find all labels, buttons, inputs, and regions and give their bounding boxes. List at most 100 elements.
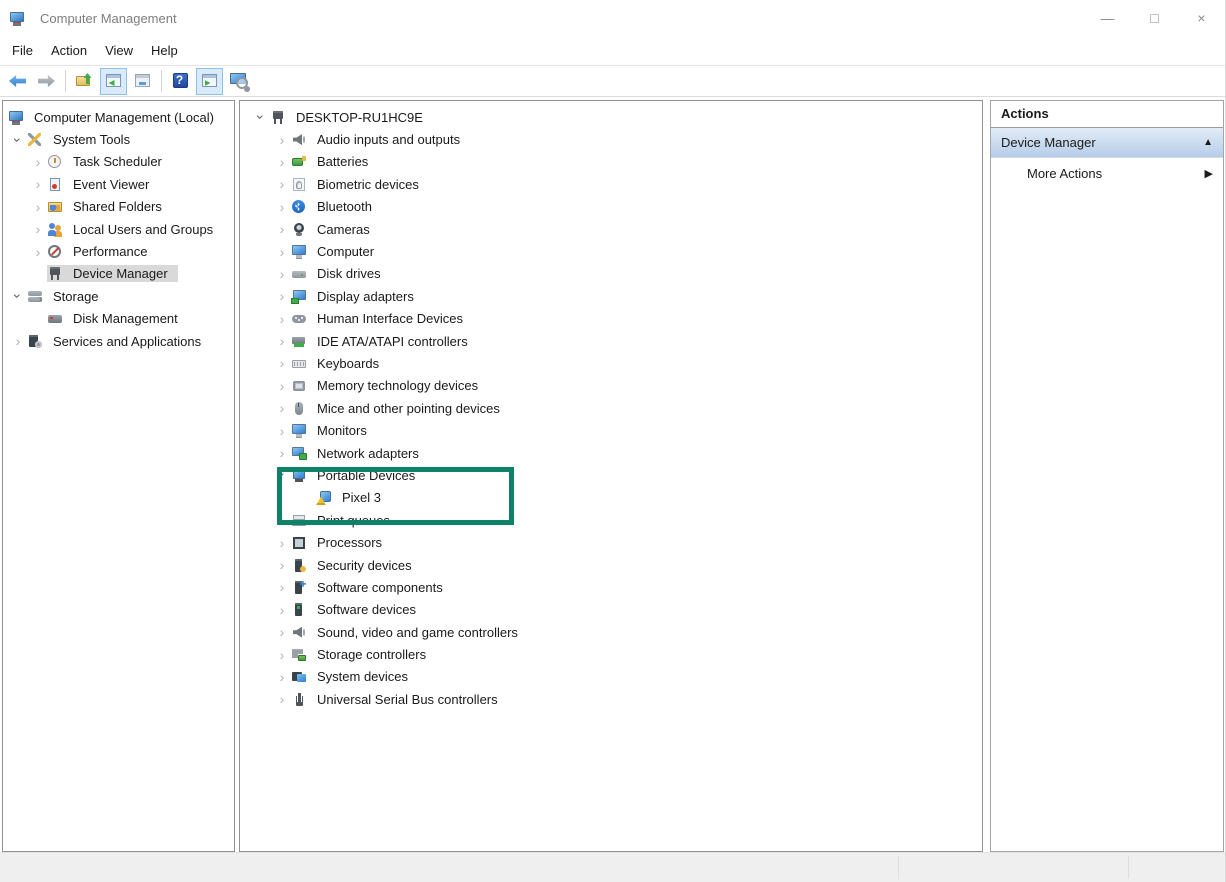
menu-file[interactable]: File <box>3 39 42 62</box>
chevron-right-icon[interactable] <box>273 311 291 327</box>
usb-icon <box>291 692 307 707</box>
tree-item-desktop-root[interactable]: DESKTOP-RU1HC9E <box>240 106 982 128</box>
tree-item-software-devices[interactable]: Software devices <box>240 599 982 621</box>
chevron-right-icon[interactable] <box>29 199 47 215</box>
chevron-right-icon[interactable] <box>273 400 291 416</box>
tree-item-local-users-and-groups[interactable]: Local Users and Groups <box>3 218 234 240</box>
tree-item-universal-serial-bus-controllers[interactable]: Universal Serial Bus controllers <box>240 688 982 710</box>
tree-item-disk-management[interactable]: Disk Management <box>3 308 234 330</box>
tree-item-performance[interactable]: Performance <box>3 240 234 262</box>
tree-item-memory-technology-devices[interactable]: Memory technology devices <box>240 375 982 397</box>
tree-item-network-adapters[interactable]: Network adapters <box>240 442 982 464</box>
tree-item-computer[interactable]: Computer <box>240 240 982 262</box>
tree-item-storage-controllers[interactable]: Storage controllers <box>240 643 982 665</box>
chevron-right-icon[interactable] <box>273 378 291 394</box>
forward-button[interactable] <box>33 68 60 95</box>
chevron-down-icon[interactable] <box>253 108 269 126</box>
chevron-right-icon[interactable] <box>273 535 291 551</box>
chevron-down-icon[interactable] <box>10 131 26 149</box>
tree-item-sound-video-and-game-controllers[interactable]: Sound, video and game controllers <box>240 621 982 643</box>
tree-item-portable-devices[interactable]: Portable Devices <box>240 464 982 486</box>
tree-item-print-queues[interactable]: Print queues <box>240 509 982 531</box>
tree-item-pixel-3[interactable]: Pixel 3 <box>240 487 982 509</box>
tree-item-security-devices[interactable]: Security devices <box>240 554 982 576</box>
chevron-right-icon[interactable] <box>273 355 291 371</box>
menu-view[interactable]: View <box>96 39 142 62</box>
device-manager-view-button[interactable] <box>225 68 252 95</box>
chevron-down-icon[interactable] <box>10 287 26 305</box>
more-actions-label: More Actions <box>1027 166 1102 181</box>
chevron-right-icon[interactable] <box>29 221 47 237</box>
tree-item-batteries[interactable]: Batteries <box>240 151 982 173</box>
tree-item-cameras[interactable]: Cameras <box>240 218 982 240</box>
show-console-tree-button[interactable] <box>100 68 127 95</box>
tree-item-computer-management[interactable]: Computer Management (Local) <box>3 106 234 128</box>
properties-button[interactable] <box>129 68 156 95</box>
back-button[interactable] <box>4 68 31 95</box>
storage-icon <box>27 289 43 304</box>
tree-item-biometric-devices[interactable]: Biometric devices <box>240 173 982 195</box>
tree-item-display-adapters[interactable]: Display adapters <box>240 285 982 307</box>
chevron-right-icon[interactable] <box>273 423 291 439</box>
tree-item-shared-folders[interactable]: Shared Folders <box>3 196 234 218</box>
tree-item-services-and-applications[interactable]: Services and Applications <box>3 330 234 352</box>
performance-icon <box>47 244 63 259</box>
console-tree-icon <box>105 73 123 89</box>
tree-item-bluetooth[interactable]: Bluetooth <box>240 196 982 218</box>
actions-group-device-manager[interactable]: Device Manager ▲ <box>991 128 1223 158</box>
chevron-right-icon[interactable] <box>273 154 291 170</box>
chevron-right-icon[interactable] <box>273 557 291 573</box>
chevron-right-icon[interactable] <box>273 176 291 192</box>
menu-help[interactable]: Help <box>142 39 187 62</box>
chevron-right-icon[interactable] <box>273 602 291 618</box>
maximize-button[interactable]: □ <box>1131 0 1178 36</box>
actions-header: Actions <box>991 101 1223 128</box>
tree-item-ide-ata-atapi-controllers[interactable]: IDE ATA/ATAPI controllers <box>240 330 982 352</box>
tree-item-audio-inputs-and-outputs[interactable]: Audio inputs and outputs <box>240 128 982 150</box>
chevron-right-icon[interactable] <box>273 647 291 663</box>
chevron-right-icon[interactable] <box>273 266 291 282</box>
chevron-right-icon[interactable] <box>29 176 47 192</box>
minimize-button[interactable]: — <box>1084 0 1131 36</box>
tree-item-software-components[interactable]: Software components <box>240 576 982 598</box>
more-actions-item[interactable]: More Actions ▶ <box>991 158 1223 188</box>
chevron-right-icon[interactable] <box>273 288 291 304</box>
chevron-right-icon[interactable] <box>273 691 291 707</box>
chevron-right-icon[interactable] <box>273 333 291 349</box>
show-action-pane-button[interactable] <box>196 68 223 95</box>
chevron-right-icon[interactable] <box>273 445 291 461</box>
tree-item-system-devices[interactable]: System devices <box>240 666 982 688</box>
chevron-right-icon[interactable] <box>273 512 291 528</box>
tree-item-storage[interactable]: Storage <box>3 285 234 307</box>
computer-management-window: Computer Management — □ × File Action Vi… <box>0 0 1226 882</box>
chevron-right-icon[interactable] <box>29 244 47 260</box>
menu-bar: File Action View Help <box>0 36 1225 66</box>
tree-item-mice-and-other-pointing-devices[interactable]: Mice and other pointing devices <box>240 397 982 419</box>
processor-icon <box>291 535 307 550</box>
tree-item-monitors[interactable]: Monitors <box>240 419 982 441</box>
chevron-right-icon[interactable] <box>29 154 47 170</box>
chevron-right-icon[interactable] <box>9 333 27 349</box>
chevron-right-icon[interactable] <box>273 199 291 215</box>
network-adapter-icon <box>291 446 307 461</box>
tree-item-human-interface-devices[interactable]: Human Interface Devices <box>240 308 982 330</box>
menu-action[interactable]: Action <box>42 39 96 62</box>
tree-item-processors[interactable]: Processors <box>240 531 982 553</box>
chevron-down-icon[interactable] <box>274 466 290 484</box>
chevron-right-icon[interactable] <box>273 132 291 148</box>
chevron-right-icon[interactable] <box>273 221 291 237</box>
collapse-arrow-icon[interactable]: ▲ <box>1203 137 1213 148</box>
help-button[interactable] <box>167 68 194 95</box>
chevron-right-icon[interactable] <box>273 244 291 260</box>
tree-item-system-tools[interactable]: System Tools <box>3 128 234 150</box>
close-button[interactable]: × <box>1178 0 1225 36</box>
tree-item-keyboards[interactable]: Keyboards <box>240 352 982 374</box>
tree-item-device-manager[interactable]: Device Manager <box>3 263 234 285</box>
tree-item-task-scheduler[interactable]: Task Scheduler <box>3 151 234 173</box>
chevron-right-icon[interactable] <box>273 624 291 640</box>
tree-item-disk-drives[interactable]: Disk drives <box>240 263 982 285</box>
up-one-level-button[interactable] <box>71 68 98 95</box>
chevron-right-icon[interactable] <box>273 669 291 685</box>
tree-item-event-viewer[interactable]: Event Viewer <box>3 173 234 195</box>
chevron-right-icon[interactable] <box>273 579 291 595</box>
